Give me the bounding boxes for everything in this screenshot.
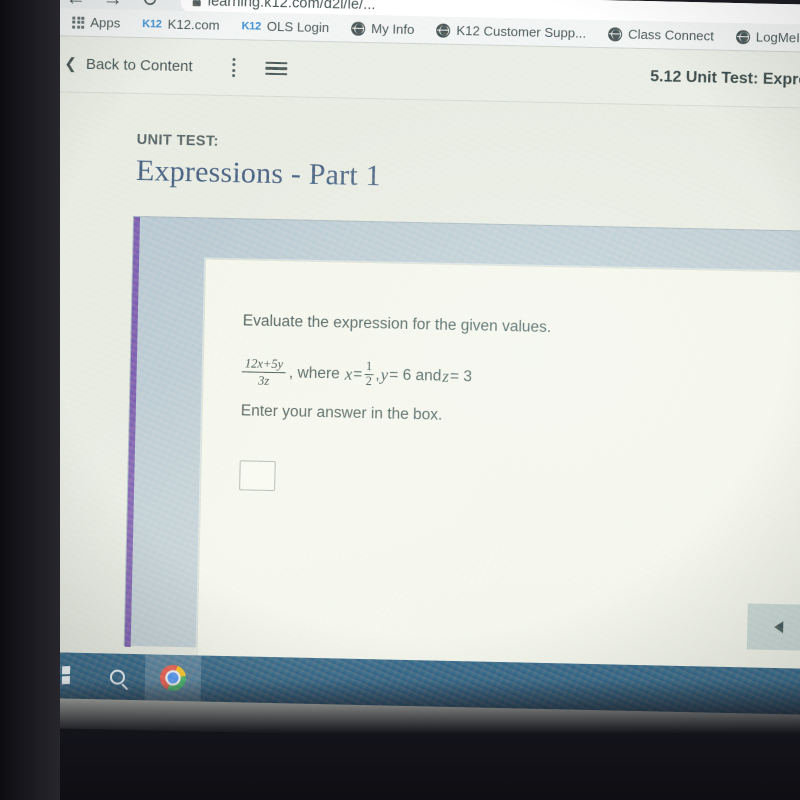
k12-badge-icon: K12 <box>241 19 262 33</box>
chevron-left-icon: ❮ <box>64 55 78 73</box>
bookmark-apps[interactable]: Apps <box>61 8 132 38</box>
bookmark-logmein123[interactable]: LogMeIn123 <box>725 22 800 53</box>
variable-x: x <box>344 364 353 384</box>
unit-test-kicker: UNIT TEST: <box>136 131 220 150</box>
equals-sign-x: = <box>353 365 363 383</box>
x-value-numerator: 1 <box>365 359 373 374</box>
bookmark-ols-login[interactable]: K12 OLS Login <box>230 11 340 41</box>
bookmark-label: Apps <box>90 14 121 31</box>
bookmark-label: My Info <box>371 21 415 38</box>
bookmark-class-connect[interactable]: Class Connect <box>597 19 725 50</box>
triangle-left-icon <box>773 620 783 634</box>
unit-test-breadcrumb: 5.12 Unit Test: Expres <box>650 67 800 89</box>
globe-icon <box>607 26 623 42</box>
globe-icon <box>436 22 451 38</box>
laptop-screen-photo: ← → ↻ learning.k12.com/d2l/le/... Apps <box>0 0 800 800</box>
apps-grid-icon <box>72 16 85 29</box>
z-value-text: = 3 <box>449 367 473 385</box>
y-value-text: = 6 and <box>389 366 442 385</box>
x-value-denominator: 2 <box>365 374 373 389</box>
globe-icon <box>351 21 366 36</box>
back-to-content-label: Back to Content <box>85 55 193 76</box>
bookmark-label: Class Connect <box>627 26 715 44</box>
k12-badge-icon: K12 <box>142 17 162 30</box>
laptop-bezel-bottom <box>0 680 800 800</box>
page-title-block: UNIT TEST: Expressions - Part 1 <box>136 132 382 193</box>
lock-icon <box>192 0 201 7</box>
expression-where-text: , where <box>288 363 340 383</box>
laptop-bezel-left <box>0 0 60 800</box>
bookmark-k12-customer-support[interactable]: K12 Customer Supp... <box>425 16 597 48</box>
globe-icon <box>735 29 751 44</box>
math-fraction: 12x+5y 3z <box>241 356 286 388</box>
bookmark-label: OLS Login <box>266 18 330 36</box>
purple-accent-bar <box>124 216 141 647</box>
hamburger-menu-icon[interactable] <box>265 61 288 76</box>
x-value-fraction: 1 2 <box>364 359 374 389</box>
answer-instruction: Enter your answer in the box. <box>240 402 443 424</box>
bookmark-my-info[interactable]: My Info <box>340 14 426 44</box>
more-vertical-icon[interactable] <box>232 57 236 78</box>
bookmark-label: K12 Customer Supp... <box>456 22 587 41</box>
question-outer-panel: Evaluate the expression for the given va… <box>123 215 800 673</box>
fraction-denominator: 3z <box>257 373 270 389</box>
back-to-content-button[interactable]: ❮ Back to Content <box>64 55 193 75</box>
question-prompt: Evaluate the expression for the given va… <box>242 312 552 337</box>
monitor-screen: ← → ↻ learning.k12.com/d2l/le/... Apps <box>31 0 800 746</box>
page-title: Expressions - Part 1 <box>135 153 382 193</box>
question-expression: 12x+5y 3z , where x = 1 2 , y = 6 and z … <box>241 356 472 392</box>
bookmark-label: K12.com <box>167 16 220 33</box>
question-pager: 1 <box>746 603 800 651</box>
variable-y: y <box>380 364 389 385</box>
lesson-page: UNIT TEST: Expressions - Part 1 Evaluate… <box>33 91 800 673</box>
bookmark-label: LogMeIn123 <box>755 29 800 47</box>
previous-question-button[interactable] <box>746 603 800 651</box>
bookmark-k12com[interactable]: K12 K12.com <box>131 9 231 39</box>
question-card: Evaluate the expression for the given va… <box>196 258 800 673</box>
fraction-numerator: 12x+5y <box>244 356 284 372</box>
answer-input[interactable] <box>239 460 276 492</box>
